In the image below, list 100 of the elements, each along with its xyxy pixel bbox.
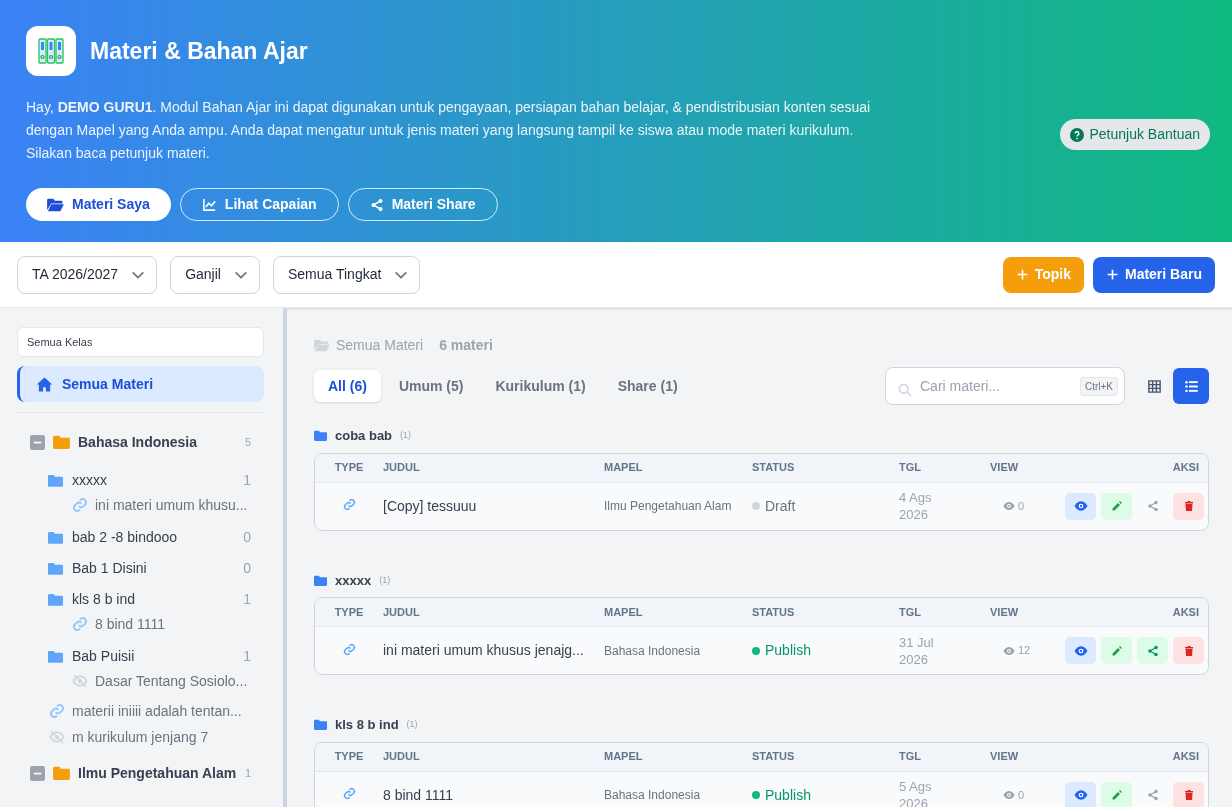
item-count: 1 xyxy=(243,647,251,666)
group-title: xxxxx xyxy=(335,571,372,590)
folder-icon xyxy=(48,474,63,487)
folder-icon xyxy=(48,531,63,544)
breadcrumb: Semua Materi xyxy=(336,335,424,355)
subject-name[interactable]: Bahasa Indonesia xyxy=(78,431,237,453)
trash-icon xyxy=(1182,644,1195,657)
material-item[interactable]: ini materi umum khusu... xyxy=(17,492,264,518)
link-icon xyxy=(71,497,89,513)
folder-icon xyxy=(53,435,70,449)
link-icon xyxy=(341,787,357,800)
link-icon xyxy=(71,616,89,632)
column-header: MAPEL xyxy=(604,460,644,476)
material-count: 6 materi xyxy=(439,335,493,355)
folder-name[interactable]: xxxxx xyxy=(72,470,235,491)
item-count: 1 xyxy=(243,471,251,490)
eye-slash-icon xyxy=(48,729,66,745)
column-header: STATUS xyxy=(752,749,796,765)
column-header: VIEW xyxy=(990,604,1020,620)
list-icon xyxy=(1183,378,1199,394)
page-title: Materi & Bahan Ajar xyxy=(90,36,308,66)
item-count: 1 xyxy=(244,765,251,781)
eye-icon xyxy=(1073,788,1088,802)
filter-tab[interactable]: Umum (5) xyxy=(384,370,478,402)
folder-name[interactable]: bab 2 -8 bindooo xyxy=(72,527,235,548)
subject-name[interactable]: Ilmu Pengetahuan Alam xyxy=(78,762,237,784)
eye-icon xyxy=(1003,644,1015,657)
material-title: m kurikulum jenjang 7 xyxy=(72,727,209,747)
shortcut-hint: Ctrl+K xyxy=(1079,377,1118,396)
status-text: Publish xyxy=(765,785,811,805)
table-cell-text: ini materi umum khusus jenajg... xyxy=(383,641,585,660)
view-button[interactable] xyxy=(1065,637,1096,664)
column-header: VIEW xyxy=(990,460,1020,476)
help-button[interactable]: Petunjuk Bantuan xyxy=(1060,119,1210,150)
all-materials-item[interactable]: Semua Materi xyxy=(17,366,264,402)
folder-icon xyxy=(314,338,330,352)
delete-button[interactable] xyxy=(1173,637,1204,664)
share-icon xyxy=(369,197,384,212)
grid-icon xyxy=(1146,378,1162,394)
material-item[interactable]: m kurikulum jenjang 7 xyxy=(17,724,264,750)
folder-name[interactable]: Bab Puisii xyxy=(72,646,235,667)
view-button[interactable] xyxy=(1065,781,1096,807)
filter-dropdown[interactable]: TA 2026/2027 xyxy=(17,255,158,294)
material-item[interactable]: materii iniiii adalah tentan... xyxy=(17,698,264,724)
material-title: 8 bind 1111 xyxy=(95,614,166,634)
binders-logo-icon xyxy=(26,26,76,76)
filter-tab[interactable]: Kurikulum (1) xyxy=(481,370,600,402)
column-header: STATUS xyxy=(752,604,796,620)
pencil-icon xyxy=(1110,789,1123,801)
edit-button[interactable] xyxy=(1101,781,1132,807)
column-header: TYPE xyxy=(334,460,364,476)
pencil-icon xyxy=(1110,644,1123,657)
filter-dropdown[interactable]: Semua Tingkat xyxy=(272,255,421,294)
table-cell-text: Bahasa Indonesia xyxy=(604,787,702,804)
column-header: TYPE xyxy=(334,749,364,765)
table-cell-text: 4 Ags 2026 xyxy=(899,489,933,523)
status-text: Draft xyxy=(765,496,796,516)
status-text: Publish xyxy=(765,641,811,660)
column-header: AKSI xyxy=(1172,749,1200,765)
filter-tab[interactable]: All (6) xyxy=(314,370,381,402)
table-cell-text: Bahasa Indonesia xyxy=(604,642,702,660)
share-icon xyxy=(1146,789,1159,801)
group-count: (1) xyxy=(406,718,418,731)
material-title: Dasar Tentang Sosiolo... xyxy=(95,671,248,691)
link-icon xyxy=(341,642,357,656)
folder-icon xyxy=(314,430,327,442)
plus-icon xyxy=(1015,268,1029,281)
material-item[interactable]: 8 bind 1111 xyxy=(17,611,264,637)
share-button[interactable] xyxy=(1137,637,1168,664)
folder-icon xyxy=(314,719,327,731)
column-header: JUDUL xyxy=(383,749,421,765)
group-title: kls 8 b ind xyxy=(335,716,399,734)
pencil-icon xyxy=(1110,500,1123,512)
material-title: ini materi umum khusu... xyxy=(95,495,248,515)
filter-tab[interactable]: Share (1) xyxy=(603,370,692,402)
new-material-button[interactable]: Materi Baru xyxy=(1092,256,1215,293)
filter-dropdown[interactable]: Ganjil xyxy=(170,255,260,294)
table-cell-text: [Copy] tessuuu xyxy=(383,496,478,516)
group-count: (1) xyxy=(379,573,391,587)
material-title: materii iniiii adalah tentan... xyxy=(72,701,242,721)
column-header: VIEW xyxy=(990,749,1020,765)
column-header: MAPEL xyxy=(604,604,644,620)
material-item[interactable]: Dasar Tentang Sosiolo... xyxy=(17,668,264,694)
column-header: STATUS xyxy=(752,460,796,476)
item-count: 1 xyxy=(243,590,251,609)
eye-icon xyxy=(1003,789,1015,801)
folder-icon xyxy=(314,574,327,586)
list-view-button[interactable] xyxy=(1173,368,1209,404)
group-count: (1) xyxy=(400,429,412,442)
view-button[interactable] xyxy=(1065,492,1096,520)
view-count: 0 xyxy=(1018,498,1025,514)
class-filter-field[interactable]: Semua Kelas xyxy=(17,327,264,357)
folder-icon xyxy=(48,650,63,663)
folder-name[interactable]: Bab 1 Disini xyxy=(72,558,235,579)
folder-icon xyxy=(48,562,63,575)
folder-name[interactable]: kls 8 b ind xyxy=(72,589,235,610)
delete-button[interactable] xyxy=(1173,781,1204,807)
delete-button[interactable] xyxy=(1173,492,1204,520)
eye-slash-icon xyxy=(71,673,89,689)
nav-button[interactable]: Materi Saya xyxy=(26,188,171,221)
